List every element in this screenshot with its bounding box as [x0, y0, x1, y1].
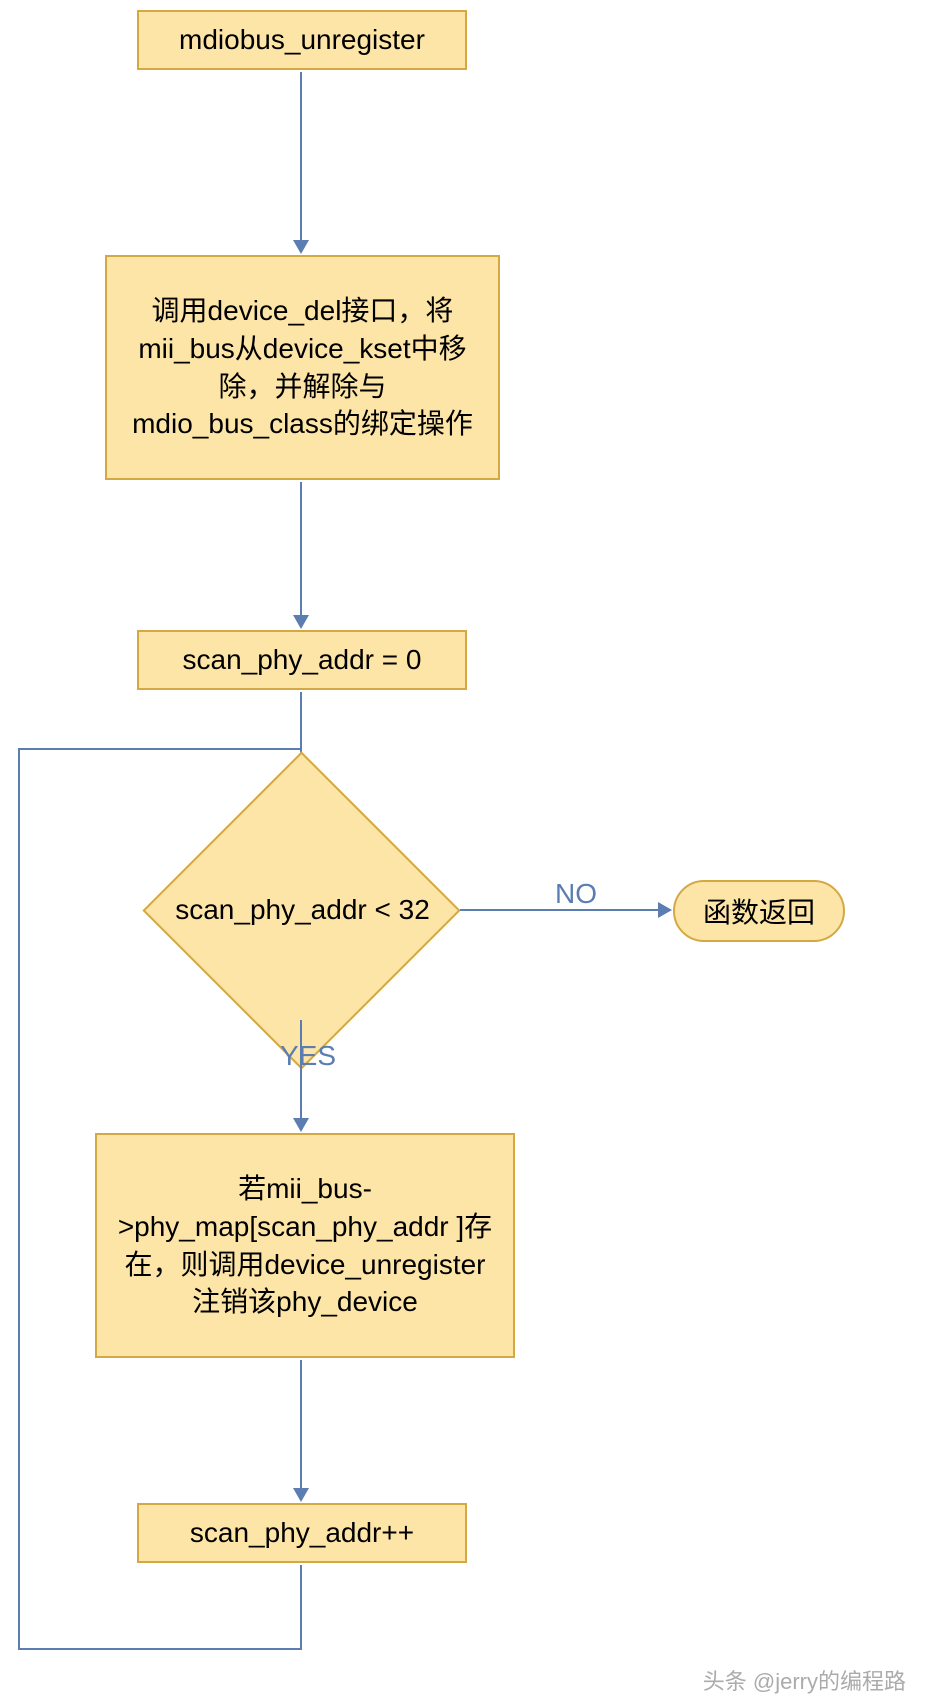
arrow-head-icon: [293, 240, 309, 254]
step2-label: scan_phy_addr = 0: [183, 641, 422, 679]
arrow-head-icon: [293, 1118, 309, 1132]
arrow-head-icon: [658, 902, 672, 918]
arrow-line: [300, 1565, 302, 1650]
step4-label: scan_phy_addr++: [190, 1514, 414, 1552]
arrow-line: [18, 1648, 302, 1650]
arrow-line: [300, 1360, 302, 1490]
step1-label: 调用device_del接口，将mii_bus从device_kset中移除，并…: [121, 292, 484, 443]
step4-node: scan_phy_addr++: [137, 1503, 467, 1563]
arrow-head-icon: [293, 1488, 309, 1502]
arrow-line: [18, 748, 302, 750]
step3-label: 若mii_bus->phy_map[scan_phy_addr ]存在，则调用d…: [111, 1170, 499, 1321]
return-label: 函数返回: [703, 891, 815, 931]
start-node: mdiobus_unregister: [137, 10, 467, 70]
step1-node: 调用device_del接口，将mii_bus从device_kset中移除，并…: [105, 255, 500, 480]
step2-node: scan_phy_addr = 0: [137, 630, 467, 690]
arrow-line: [18, 748, 20, 1650]
watermark: 头条 @jerry的编程路: [703, 1664, 906, 1696]
arrow-line: [300, 72, 302, 242]
no-label: NO: [555, 878, 597, 910]
arrow-head-icon: [293, 615, 309, 629]
arrow-line: [300, 482, 302, 617]
step3-node: 若mii_bus->phy_map[scan_phy_addr ]存在，则调用d…: [95, 1133, 515, 1358]
return-node: 函数返回: [673, 880, 845, 942]
yes-label: YES: [280, 1040, 336, 1072]
start-label: mdiobus_unregister: [179, 21, 425, 59]
